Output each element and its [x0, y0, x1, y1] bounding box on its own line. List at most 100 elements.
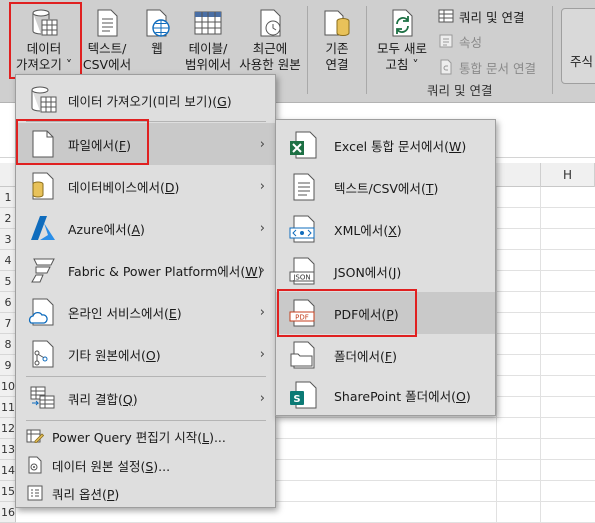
json-icon-text: JSON: [292, 274, 310, 282]
row-header-column: 1 2 3 4 5 6 7 8 9 10 11 12 13 14 15 16: [0, 187, 16, 523]
chevron-right-icon: ›: [259, 136, 265, 152]
row-header[interactable]: 3: [0, 229, 16, 250]
text-document-icon: [97, 9, 118, 37]
menu-item-query-options[interactable]: 쿼리 옵션(P): [16, 479, 275, 507]
ribbon-separator: [307, 6, 308, 94]
row-header[interactable]: 7: [0, 313, 16, 334]
stocks-data-type-button[interactable]: 주식: [561, 8, 595, 84]
row-header[interactable]: 8: [0, 334, 16, 355]
from-web-button[interactable]: 웹: [138, 0, 176, 57]
menu-item-from-database[interactable]: 데이터베이스에서(D) ›: [16, 165, 275, 207]
row-header[interactable]: 1: [0, 187, 16, 208]
row-header[interactable]: 15: [0, 481, 16, 502]
gridline: [496, 187, 497, 523]
row-header[interactable]: 13: [0, 439, 16, 460]
text-csv-label-2: CSV에서: [82, 57, 132, 72]
recent-sources-button[interactable]: 최근에 사용한 원본: [238, 0, 302, 73]
submenu-item-from-excel-workbook[interactable]: Excel 통합 문서에서(W): [276, 124, 495, 166]
menu-item-from-file[interactable]: 파일에서(F) ›: [16, 123, 275, 165]
row-header[interactable]: 16: [0, 502, 16, 523]
chevron-right-icon: ›: [259, 220, 265, 236]
row-header[interactable]: 5: [0, 271, 16, 292]
online-services-cloud-icon: [28, 298, 54, 326]
pdf-icon-text: PDF: [295, 314, 309, 322]
queries-group-label: 쿼리 및 연결: [427, 83, 493, 98]
recent-sources-clock-icon: [260, 9, 281, 37]
edit-links-label: 통합 문서 연결: [459, 60, 536, 76]
from-table-range-button[interactable]: 테이블/ 범위에서: [180, 0, 236, 73]
get-data-label-2: 가져오기 ˅: [15, 57, 73, 72]
row-header[interactable]: 14: [0, 460, 16, 481]
submenu-item-from-pdf[interactable]: PDF PDF에서(P): [276, 292, 495, 334]
ribbon-separator: [366, 6, 367, 94]
row-header[interactable]: 2: [0, 208, 16, 229]
menu-item-label: 기타 원본에서(O): [68, 347, 161, 363]
get-data-label-1: 데이터: [26, 41, 62, 56]
table-grid-icon: [194, 11, 222, 35]
queries-connections-label: 쿼리 및 연결: [459, 9, 525, 25]
sharepoint-icon: S: [290, 381, 317, 409]
row-header[interactable]: 6: [0, 292, 16, 313]
menu-item-launch-power-query-editor[interactable]: Power Query 편집기 시작(L)...: [16, 422, 275, 450]
column-header-h[interactable]: H: [540, 163, 595, 187]
row-header[interactable]: 10: [0, 376, 16, 397]
from-text-csv-button[interactable]: 텍스트/ CSV에서: [80, 0, 134, 73]
menu-item-get-data-preview[interactable]: 데이터 가져오기(미리 보기)(G): [16, 81, 275, 119]
pdf-icon: PDF: [289, 299, 315, 327]
gridline: [540, 187, 541, 523]
queries-connections-button[interactable]: 쿼리 및 연결: [438, 6, 524, 26]
submenu-item-from-xml[interactable]: XML에서(X): [276, 208, 495, 250]
edit-links-button[interactable]: 통합 문서 연결: [438, 57, 536, 77]
database-icon: [32, 172, 54, 200]
stocks-label: 주식: [570, 54, 594, 69]
menu-item-label: 쿼리 옵션(P): [52, 486, 120, 502]
refresh-all-button[interactable]: 모두 새로 고침 ˅: [370, 0, 434, 73]
existing-connections-button[interactable]: 기존 연결: [314, 0, 360, 73]
menu-item-from-other-sources[interactable]: 기타 원본에서(O) ›: [16, 333, 275, 375]
chevron-right-icon: ›: [259, 262, 265, 278]
menu-item-label: 데이터 원본 설정(S)...: [52, 458, 171, 474]
submenu-item-from-text-csv[interactable]: 텍스트/CSV에서(T): [276, 166, 495, 208]
ribbon-separator: [552, 6, 553, 94]
submenu-item-from-sharepoint-folder[interactable]: S SharePoint 폴더에서(O): [276, 374, 495, 416]
table-range-label-2: 범위에서: [184, 57, 231, 72]
recent-sources-label-2: 사용한 원본: [239, 57, 301, 72]
properties-button[interactable]: 속성: [438, 31, 482, 51]
folder-icon: [290, 341, 315, 369]
menu-divider: [26, 420, 266, 421]
table-range-label-1: 테이블/: [188, 41, 228, 56]
row-header[interactable]: 12: [0, 418, 16, 439]
submenu-item-from-json[interactable]: JSON JSON에서(J): [276, 250, 495, 292]
excel-workbook-icon: [290, 131, 317, 159]
submenu-item-from-folder[interactable]: 폴더에서(F): [276, 334, 495, 376]
chevron-right-icon: ›: [259, 304, 265, 320]
file-icon: [32, 130, 54, 158]
menu-divider: [26, 121, 266, 122]
menu-item-from-fabric-power-platform[interactable]: Fabric & Power Platform에서(W) ›: [16, 249, 275, 291]
menu-item-from-azure[interactable]: Azure에서(A) ›: [16, 207, 275, 249]
refresh-icon: [392, 9, 413, 37]
menu-item-combine-queries[interactable]: 쿼리 결합(Q) ›: [16, 377, 275, 419]
data-source-settings-icon: [28, 456, 42, 474]
existing-connections-label-2: 연결: [325, 57, 349, 72]
menu-item-label: 쿼리 결합(Q): [68, 391, 138, 407]
menu-item-label: Power Query 편집기 시작(L)...: [52, 429, 226, 445]
text-document-icon: [293, 173, 315, 201]
get-data-button[interactable]: 데이터 가져오기 ˅: [12, 0, 76, 73]
from-file-submenu: Excel 통합 문서에서(W) 텍스트/CSV에서(T) XML에서(X) J…: [275, 119, 496, 416]
submenu-item-label: Excel 통합 문서에서(W): [334, 138, 467, 154]
menu-item-data-source-settings[interactable]: 데이터 원본 설정(S)...: [16, 451, 275, 479]
combine-queries-icon: [30, 386, 55, 409]
row-header[interactable]: 9: [0, 355, 16, 376]
refresh-all-label-2: 고침 ˅: [385, 57, 419, 72]
row-header[interactable]: 4: [0, 250, 16, 271]
submenu-item-label: 폴더에서(F): [334, 348, 397, 364]
submenu-item-label: PDF에서(P): [334, 306, 399, 322]
database-table-icon: [32, 9, 58, 36]
recent-sources-label-1: 최근에: [252, 41, 288, 56]
row-header[interactable]: 11: [0, 397, 16, 418]
menu-item-label: 데이터베이스에서(D): [68, 179, 180, 195]
menu-item-from-online-services[interactable]: 온라인 서비스에서(E) ›: [16, 291, 275, 333]
menu-item-label: 파일에서(F): [68, 137, 131, 153]
xml-icon: [289, 215, 315, 243]
